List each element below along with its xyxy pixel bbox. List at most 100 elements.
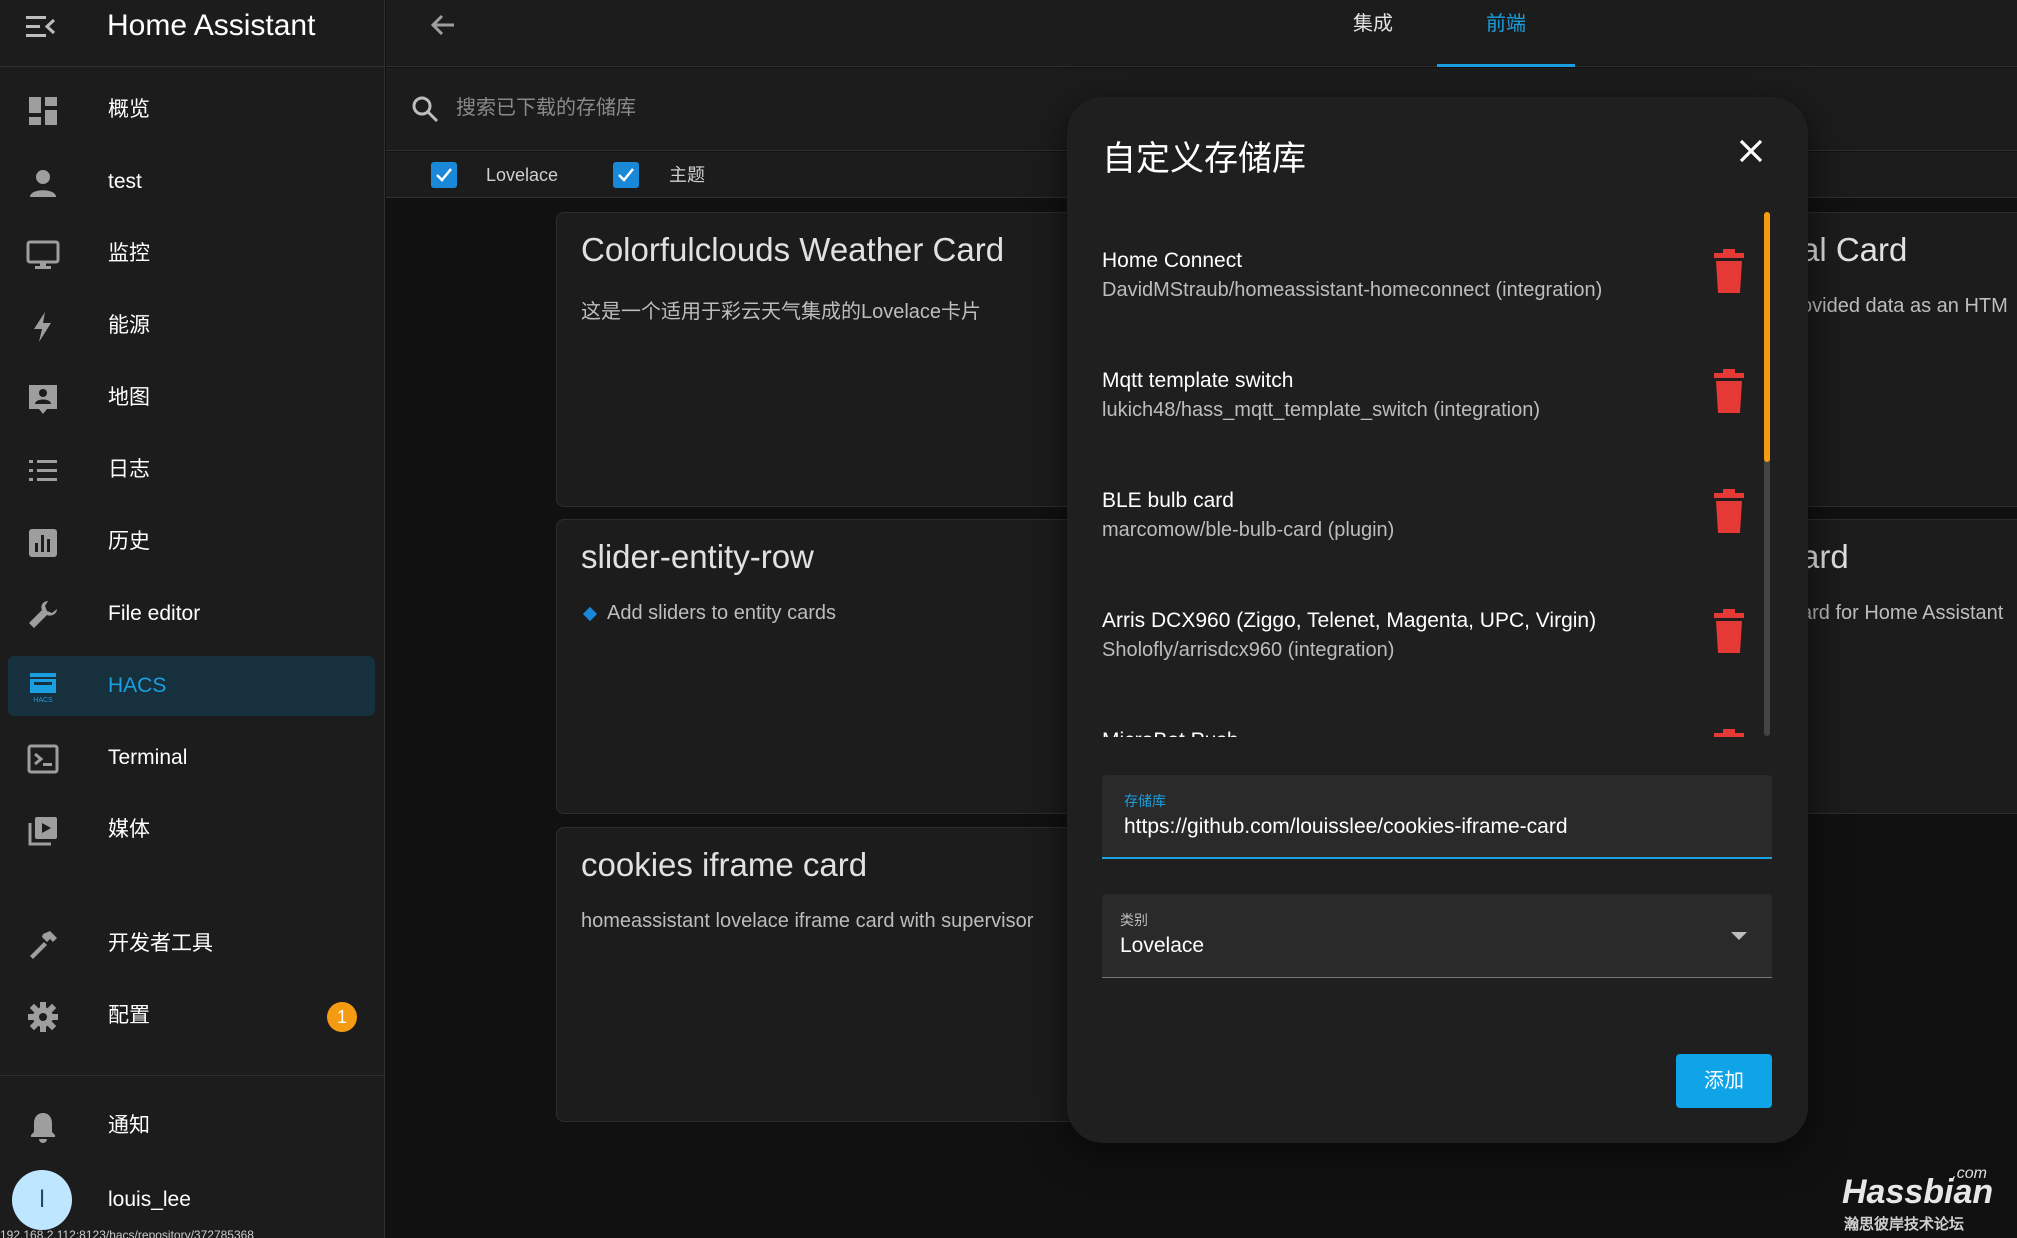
search-input[interactable] bbox=[456, 86, 1156, 130]
sidebar-item-label: test bbox=[108, 170, 142, 193]
play-box-icon bbox=[28, 817, 57, 846]
list-icon bbox=[29, 460, 57, 481]
sidebar-header: Home Assistant bbox=[0, 0, 385, 67]
delete-icon[interactable] bbox=[1712, 369, 1746, 413]
repository-name: Arris DCX960 (Ziggo, Telenet, Magenta, U… bbox=[1102, 609, 1597, 632]
sidebar-item-file-editor[interactable]: File editor bbox=[8, 584, 375, 644]
user-name[interactable]: louis_lee bbox=[108, 1180, 191, 1220]
sidebar-item-label: File editor bbox=[108, 602, 201, 625]
bell-icon bbox=[31, 1113, 55, 1143]
sidebar-item-terminal[interactable]: Terminal bbox=[8, 728, 375, 788]
repository-card[interactable]: slider-entity-row Add sliders to entity … bbox=[556, 519, 1076, 814]
sidebar-item-label: HACS bbox=[108, 674, 167, 697]
list-item[interactable]: Home Connect DavidMStraub/homeassistant-… bbox=[1102, 217, 1744, 337]
card-title: al Card bbox=[1801, 231, 1908, 268]
sidebar-item-logbook[interactable]: 日志 bbox=[8, 440, 375, 500]
sidebar-item-test[interactable]: test bbox=[8, 152, 375, 212]
delete-icon[interactable] bbox=[1712, 609, 1746, 653]
list-item[interactable]: Arris DCX960 (Ziggo, Telenet, Magenta, U… bbox=[1102, 577, 1744, 697]
tab-frontend[interactable]: 前端 bbox=[1437, 0, 1575, 67]
repository-url-field[interactable]: 存储库 bbox=[1102, 775, 1772, 859]
sidebar-item-label: 开发者工具 bbox=[108, 932, 213, 955]
list-item[interactable]: MicroBot Push bbox=[1102, 697, 1744, 737]
sidebar-item-hacs[interactable]: HACS HACS bbox=[8, 656, 375, 716]
repository-url-input[interactable] bbox=[1124, 815, 1744, 839]
status-bar-url: 192.168.2.112:8123/hacs/repository/37278… bbox=[0, 1228, 254, 1238]
repository-card[interactable]: cookies iframe card homeassistant lovela… bbox=[556, 827, 1076, 1122]
delete-icon[interactable] bbox=[1712, 249, 1746, 293]
repository-name: Home Connect bbox=[1102, 249, 1243, 272]
sidebar-item-config[interactable]: 配置 1 bbox=[8, 986, 375, 1046]
list-item[interactable]: BLE bulb card marcomow/ble-bulb-card (pl… bbox=[1102, 457, 1744, 577]
dashboard-icon bbox=[29, 97, 57, 125]
repository-card[interactable]: Colorfulclouds Weather Card 这是一个适用于彩云天气集… bbox=[556, 212, 1076, 507]
repository-name: MicroBot Push bbox=[1102, 729, 1239, 737]
top-app-bar: 集成 前端 bbox=[386, 0, 2017, 67]
app-title: Home Assistant bbox=[107, 9, 316, 42]
scrollbar-thumb[interactable] bbox=[1764, 212, 1770, 462]
sidebar-item-map[interactable]: 地图 bbox=[8, 368, 375, 428]
chart-box-icon bbox=[29, 529, 57, 557]
dialog-title: 自定义存储库 bbox=[1102, 140, 1306, 178]
watermark-title: Hassbian bbox=[1842, 1173, 1994, 1211]
sidebar-item-developer-tools[interactable]: 开发者工具 bbox=[8, 914, 375, 974]
sidebar-item-label: 配置 bbox=[108, 1004, 150, 1027]
cog-icon bbox=[28, 1002, 58, 1032]
card-description: ard for Home Assistant bbox=[1801, 602, 2004, 624]
wrench-icon bbox=[29, 601, 57, 628]
sidebar-item-energy[interactable]: 能源 bbox=[8, 296, 375, 356]
filter-lovelace-checkbox[interactable] bbox=[431, 162, 457, 188]
category-select[interactable]: 类别 Lovelace bbox=[1102, 894, 1772, 978]
card-description-text: Add sliders to entity cards bbox=[607, 602, 836, 624]
delete-icon[interactable] bbox=[1712, 489, 1746, 533]
field-label: 存储库 bbox=[1124, 793, 1166, 809]
sidebar: Home Assistant 概览 test 监控 能源 地图 日志 历史 Fi… bbox=[0, 0, 385, 1238]
card-description: Add sliders to entity cards bbox=[581, 602, 836, 625]
card-description: ovided data as an HTM bbox=[1801, 295, 2008, 317]
card-description: 这是一个适用于彩云天气集成的Lovelace卡片 bbox=[581, 301, 982, 323]
repository-detail: lukich48/hass_mqtt_template_switch (inte… bbox=[1102, 399, 1540, 421]
menu-collapse-icon[interactable] bbox=[26, 14, 56, 40]
filter-theme-checkbox[interactable] bbox=[613, 162, 639, 188]
close-icon[interactable] bbox=[1733, 133, 1769, 169]
list-item[interactable]: Mqtt template switch lukich48/hass_mqtt_… bbox=[1102, 337, 1744, 457]
card-title: cookies iframe card bbox=[581, 846, 868, 883]
filter-lovelace-label: Lovelace bbox=[486, 165, 559, 185]
lightning-icon bbox=[34, 312, 51, 342]
svg-text:HACS: HACS bbox=[33, 697, 53, 704]
sidebar-item-label: 地图 bbox=[108, 386, 150, 409]
sidebar-item-label: 概览 bbox=[108, 98, 150, 121]
back-arrow-icon[interactable] bbox=[428, 10, 458, 40]
add-button[interactable]: 添加 bbox=[1676, 1054, 1772, 1108]
map-account-icon bbox=[29, 385, 57, 414]
repository-card[interactable]: al Card ovided data as an HTM bbox=[1780, 212, 2017, 507]
sidebar-item-history[interactable]: 历史 bbox=[8, 512, 375, 572]
category-value: Lovelace bbox=[1120, 934, 1205, 957]
checkmark-icon bbox=[436, 168, 452, 182]
sidebar-item-label: 历史 bbox=[108, 530, 150, 553]
delete-icon[interactable] bbox=[1712, 729, 1746, 737]
card-title: ard bbox=[1801, 538, 1849, 575]
repository-card[interactable]: ard ard for Home Assistant bbox=[1780, 519, 2017, 814]
sidebar-divider bbox=[0, 1075, 385, 1076]
person-icon bbox=[30, 170, 56, 197]
sidebar-item-label: 日志 bbox=[108, 458, 150, 481]
sidebar-item-notifications[interactable]: 通知 bbox=[8, 1096, 375, 1156]
watermark-subtitle: 瀚思彼岸技术论坛 bbox=[1844, 1216, 1965, 1233]
sidebar-item-overview[interactable]: 概览 bbox=[8, 80, 375, 140]
avatar[interactable]: l bbox=[12, 1170, 72, 1230]
repository-name: Mqtt template switch bbox=[1102, 369, 1294, 392]
repository-detail: Sholofly/arrisdcx960 (integration) bbox=[1102, 639, 1395, 661]
sidebar-item-label: 通知 bbox=[108, 1114, 150, 1137]
watermark-logo: .com Hassbian 瀚思彼岸技术论坛 bbox=[1842, 1165, 2007, 1233]
tab-integrations[interactable]: 集成 bbox=[1318, 0, 1428, 67]
sidebar-item-media[interactable]: 媒体 bbox=[8, 800, 375, 860]
custom-repositories-dialog: 自定义存储库 Home Connect DavidMStraub/homeass… bbox=[1067, 97, 1808, 1143]
checkmark-icon bbox=[618, 168, 634, 182]
repository-detail: DavidMStraub/homeassistant-homeconnect (… bbox=[1102, 279, 1603, 301]
hacs-icon: HACS bbox=[30, 673, 56, 704]
monitor-icon bbox=[26, 240, 60, 269]
sidebar-item-label: 监控 bbox=[108, 242, 150, 265]
sidebar-item-monitor[interactable]: 监控 bbox=[8, 224, 375, 284]
card-title: Colorfulclouds Weather Card bbox=[581, 231, 1005, 268]
